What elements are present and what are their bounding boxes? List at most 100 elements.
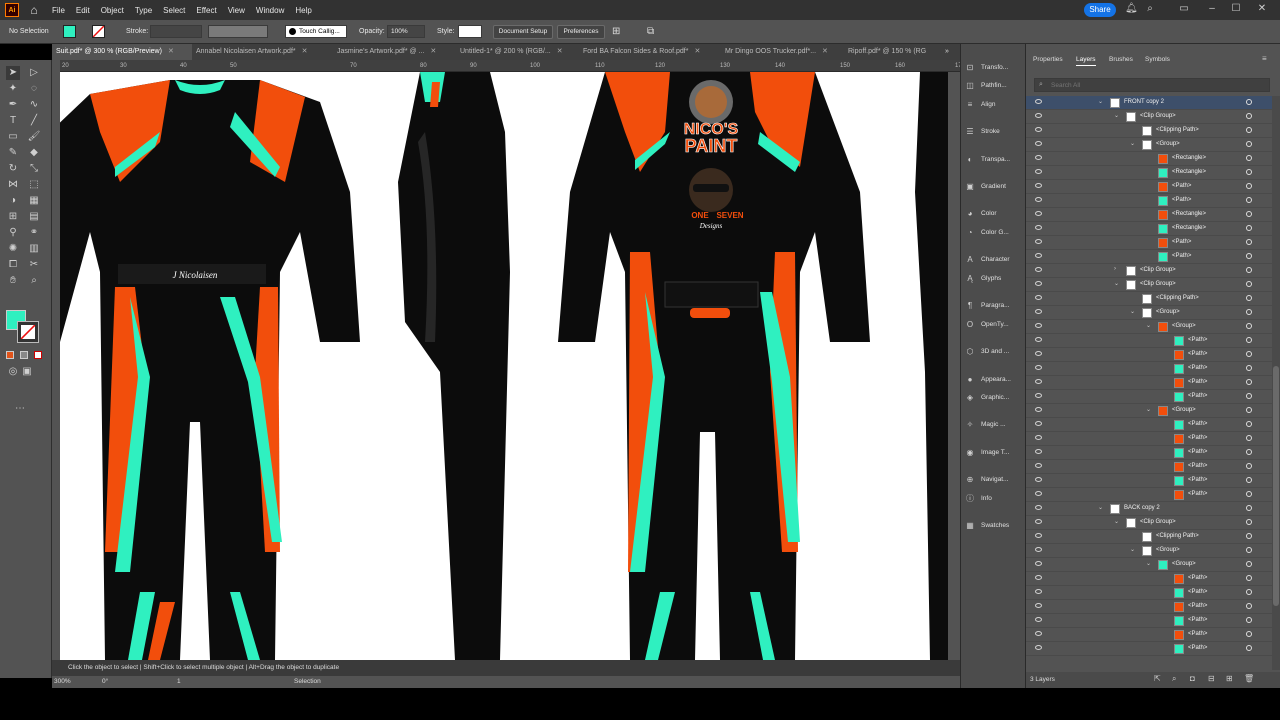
target-circle-icon[interactable] [1246, 491, 1252, 497]
visibility-eye-icon[interactable] [1035, 421, 1042, 426]
layer-row[interactable]: <Rectangle> [1026, 208, 1272, 222]
layer-row[interactable]: › <Clip Group> [1026, 264, 1272, 278]
perspective-grid-icon[interactable]: ▦ [27, 194, 41, 208]
layer-row[interactable]: ⌄ <Group> [1026, 404, 1272, 418]
tab-brushes[interactable]: Brushes [1109, 56, 1133, 63]
target-circle-icon[interactable] [1246, 309, 1252, 315]
panel-color[interactable]: ◕ Color [965, 204, 1025, 222]
visibility-eye-icon[interactable] [1035, 365, 1042, 370]
opacity-field[interactable]: 100% [387, 25, 425, 38]
home-icon[interactable]: ⌂ [27, 3, 41, 17]
expand-toggle-icon[interactable]: ⌄ [1146, 322, 1151, 329]
layer-row[interactable]: <Path> [1026, 460, 1272, 474]
visibility-eye-icon[interactable] [1035, 253, 1042, 258]
variable-width-profile[interactable] [208, 25, 268, 38]
target-circle-icon[interactable] [1246, 155, 1252, 161]
maximize-icon[interactable]: ☐ [1230, 3, 1242, 15]
target-circle-icon[interactable] [1246, 379, 1252, 385]
menu-help[interactable]: Help [295, 6, 311, 15]
stroke-color-icon[interactable] [17, 321, 39, 343]
panel-3d[interactable]: ⬡ 3D and ... [965, 342, 1025, 360]
menu-edit[interactable]: Edit [76, 6, 90, 15]
target-circle-icon[interactable] [1246, 505, 1252, 511]
target-circle-icon[interactable] [1246, 211, 1252, 217]
panel-image-trace[interactable]: ◉ Image T... [965, 443, 1025, 461]
layer-row[interactable]: <Path> [1026, 418, 1272, 432]
gradient-tool-icon[interactable]: ▤ [27, 210, 41, 224]
more-tools-icon[interactable]: ⋯ [13, 402, 27, 416]
direct-selection-tool-icon[interactable]: ▷ [27, 66, 41, 80]
menu-effect[interactable]: Effect [196, 6, 216, 15]
artboard-tool-icon[interactable]: ⧠ [6, 258, 20, 272]
panel-character[interactable]: A Character [965, 250, 1025, 268]
visibility-eye-icon[interactable] [1035, 323, 1042, 328]
target-circle-icon[interactable] [1246, 645, 1252, 651]
target-circle-icon[interactable] [1246, 99, 1252, 105]
visibility-eye-icon[interactable] [1035, 561, 1042, 566]
menu-type[interactable]: Type [135, 6, 152, 15]
shaper-tool-icon[interactable]: ✎ [6, 146, 20, 160]
tab-symbols[interactable]: Symbols [1145, 56, 1170, 63]
visibility-eye-icon[interactable] [1035, 379, 1042, 384]
locate-object-icon[interactable]: ⌕ [1172, 674, 1176, 684]
target-circle-icon[interactable] [1246, 519, 1252, 525]
zoom-field[interactable]: 300% [54, 678, 71, 685]
visibility-eye-icon[interactable] [1035, 239, 1042, 244]
target-circle-icon[interactable] [1246, 113, 1252, 119]
visibility-eye-icon[interactable] [1035, 631, 1042, 636]
layers-search-input[interactable] [1051, 80, 1251, 90]
tab-untitled[interactable]: Untitled-1* @ 200 % (RGB/... ✕ [460, 44, 576, 60]
visibility-eye-icon[interactable] [1035, 449, 1042, 454]
line-tool-icon[interactable]: ╱ [27, 114, 41, 128]
blend-tool-icon[interactable]: ⚭ [27, 226, 41, 240]
target-circle-icon[interactable] [1246, 197, 1252, 203]
panel-info[interactable]: ⓘ Info [965, 489, 1025, 507]
new-layer-icon[interactable]: ⊞ [1226, 674, 1233, 683]
target-circle-icon[interactable] [1246, 589, 1252, 595]
close-tab-icon[interactable]: ✕ [822, 48, 828, 55]
width-tool-icon[interactable]: ⋈ [6, 178, 20, 192]
target-circle-icon[interactable] [1246, 323, 1252, 329]
panel-magic[interactable]: ✧ Magic ... [965, 415, 1025, 433]
panel-align[interactable]: ≡ Align [965, 95, 1025, 113]
expand-toggle-icon[interactable]: ⌄ [1130, 546, 1135, 553]
layer-row[interactable]: ⌄ <Group> [1026, 544, 1272, 558]
lasso-tool-icon[interactable]: ◌ [27, 82, 41, 96]
panel-paragraph[interactable]: ¶ Paragra... [965, 296, 1025, 314]
new-sublayer-icon[interactable]: ⊟ [1208, 674, 1215, 683]
target-circle-icon[interactable] [1246, 477, 1252, 483]
brush-definition[interactable]: Touch Callig... [285, 25, 347, 38]
visibility-eye-icon[interactable] [1035, 337, 1042, 342]
scroll-thumb[interactable] [1273, 366, 1279, 606]
tab-ripoff[interactable]: Ripoff.pdf* @ 150 % (RG [848, 44, 934, 60]
workspace-icon[interactable]: ▭ [1178, 3, 1190, 15]
delete-layer-icon[interactable]: 🗑︎ [1244, 674, 1254, 683]
layer-row[interactable]: <Path> [1026, 180, 1272, 194]
tab-mr-dingo[interactable]: Mr Dingo OOS Trucker.pdf*... ✕ [725, 44, 841, 60]
visibility-eye-icon[interactable] [1035, 351, 1042, 356]
target-circle-icon[interactable] [1246, 603, 1252, 609]
layer-row[interactable]: <Rectangle> [1026, 166, 1272, 180]
panel-swatches[interactable]: ▦ Swatches [965, 516, 1025, 534]
layer-row[interactable]: <Rectangle> [1026, 152, 1272, 166]
eraser-tool-icon[interactable]: ◆ [27, 146, 41, 160]
visibility-eye-icon[interactable] [1035, 393, 1042, 398]
expand-toggle-icon[interactable]: ⌄ [1130, 308, 1135, 315]
scale-tool-icon[interactable]: ⤡ [27, 162, 41, 176]
none-mode-icon[interactable] [34, 351, 42, 359]
document-setup-button[interactable]: Document Setup [493, 25, 553, 39]
close-tab-icon[interactable]: ✕ [430, 48, 436, 55]
target-circle-icon[interactable] [1246, 547, 1252, 553]
layer-row[interactable]: <Path> [1026, 432, 1272, 446]
visibility-eye-icon[interactable] [1035, 491, 1042, 496]
visibility-eye-icon[interactable] [1035, 183, 1042, 188]
layer-row[interactable]: <Clipping Path> [1026, 292, 1272, 306]
visibility-eye-icon[interactable] [1035, 99, 1042, 104]
layer-row[interactable]: ⌄ <Clip Group> [1026, 110, 1272, 124]
visibility-eye-icon[interactable] [1035, 603, 1042, 608]
layer-row[interactable]: <Path> [1026, 194, 1272, 208]
menu-file[interactable]: File [52, 6, 65, 15]
menu-select[interactable]: Select [163, 6, 185, 15]
graph-tool-icon[interactable]: ▥ [27, 242, 41, 256]
layer-row[interactable]: <Path> [1026, 390, 1272, 404]
